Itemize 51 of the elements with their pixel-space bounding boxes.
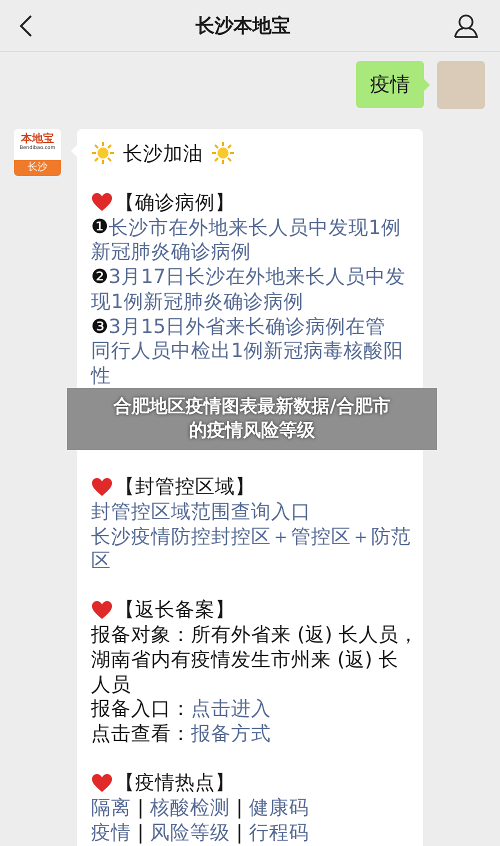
back-icon[interactable] [19, 14, 33, 38]
link[interactable]: 健康码 [248, 794, 309, 821]
link[interactable]: 疫情 [91, 818, 131, 846]
link[interactable]: 隔离 [91, 794, 131, 821]
logo-city: 长沙 [14, 160, 61, 176]
sun-icon [211, 141, 235, 166]
link[interactable]: 点击进入 [191, 695, 271, 722]
number-marker: ❷ [91, 265, 108, 288]
heart-icon [91, 476, 113, 497]
link[interactable]: 区 [91, 547, 111, 574]
sun-icon [91, 141, 115, 166]
caption-text: 的疫情风险等级 [189, 419, 315, 444]
link[interactable]: 行程码 [248, 818, 309, 846]
link[interactable]: 风险等级 [150, 818, 230, 846]
body-text: | [235, 820, 244, 844]
body-text: | [136, 820, 145, 844]
section-heading: 【封管控区域】 [115, 474, 255, 500]
section-heading: 【返长备案】 [115, 597, 235, 624]
body-text: 点击查看： [91, 721, 191, 748]
section-heading: 【疫情热点】 [115, 770, 235, 796]
link[interactable]: 3月17日长沙在外地来长人员中发 [108, 263, 406, 290]
link[interactable]: 核酸检测 [150, 794, 230, 821]
link[interactable]: 封管控区域范围查询入口 [91, 498, 311, 525]
body-text: 报备入口： [91, 696, 191, 722]
chat-title: 长沙本地宝 [196, 14, 290, 38]
link[interactable]: 性 [91, 362, 111, 390]
bubble-tail [424, 79, 430, 91]
link[interactable]: 同行人员中检出1例新冠病毒核酸阳 [91, 337, 404, 364]
body-text: 湖南省内有疫情发生市州来 (返) 长 [91, 646, 399, 673]
message-title: 长沙加油 [123, 140, 203, 167]
heart-icon [91, 192, 113, 212]
heart-icon [91, 772, 113, 793]
body-text: 报备对象：所有外省来 (返) 长人员， [91, 622, 419, 648]
link[interactable]: 现1例新冠肺炎确诊病例 [91, 288, 304, 315]
link[interactable]: 报备方式 [191, 720, 271, 748]
number-marker: ❸ [91, 314, 108, 338]
body-text: | [235, 796, 244, 819]
link[interactable]: 长沙市在外地来长人员中发现1例 [108, 214, 401, 240]
body-text: 人员 [91, 672, 131, 698]
link[interactable]: 3月15日外省来长确诊病例在管 [108, 312, 386, 340]
caption-text: 合肥地区疫情图表最新数据/合肥市 [114, 395, 390, 420]
person-icon[interactable] [453, 14, 479, 38]
body-text: | [136, 796, 145, 819]
link[interactable]: 新冠肺炎确诊病例 [91, 238, 251, 266]
heart-icon [91, 600, 113, 620]
sent-message-bubble: 疫情 [356, 61, 424, 108]
number-marker: ❶ [91, 215, 108, 238]
link[interactable]: 长沙疫情防控封控区＋管控区＋防范 [91, 522, 411, 550]
section-heading: 【确诊病例】 [115, 190, 235, 216]
photo-placeholder [437, 61, 485, 109]
logo-brand: 本地宝 [21, 132, 54, 145]
